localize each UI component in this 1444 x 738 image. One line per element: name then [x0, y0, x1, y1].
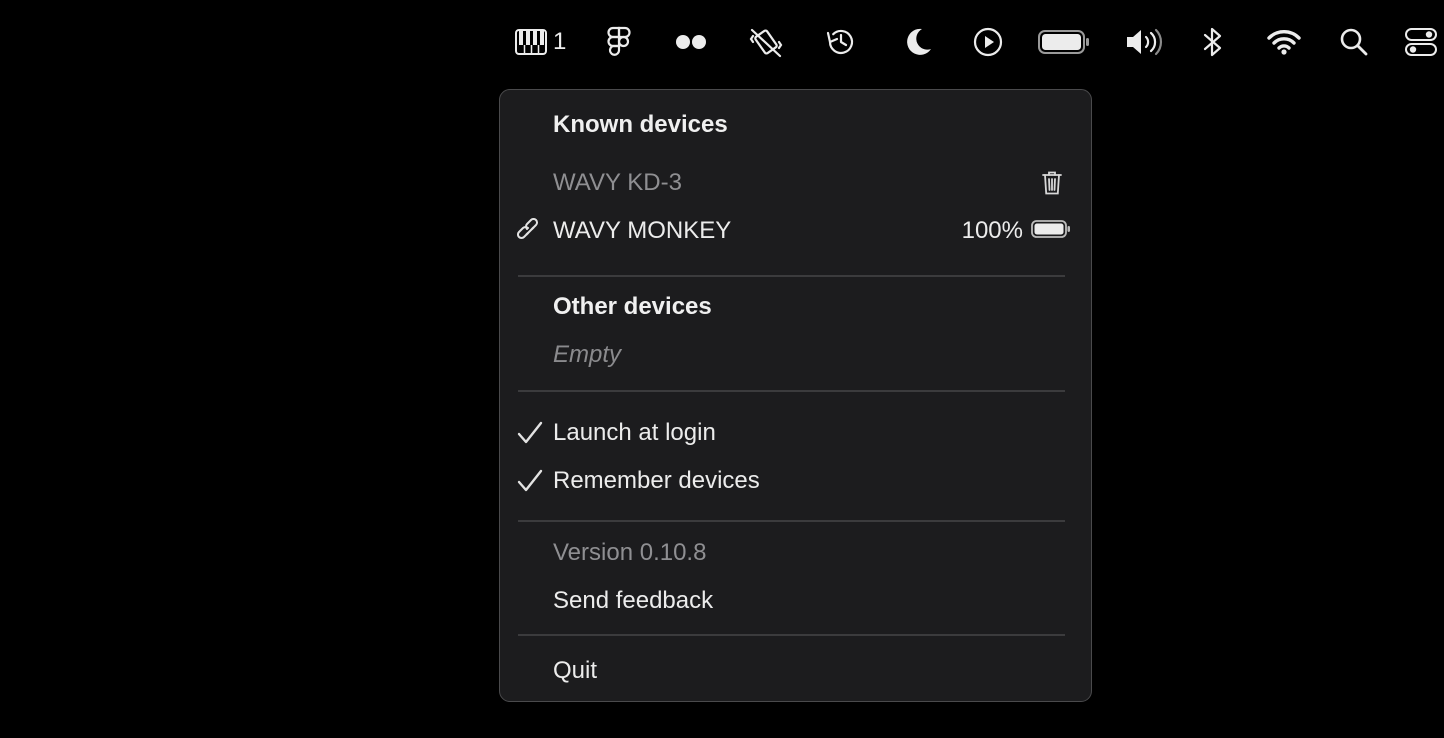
menu-bar: 1 [0, 0, 1444, 84]
piano-device-count: 1 [553, 28, 567, 55]
device-item-wavy-kd-3[interactable]: WAVY KD-3 [500, 163, 1091, 203]
send-feedback-item[interactable]: Send feedback [500, 581, 1091, 621]
send-feedback-label: Send feedback [553, 587, 714, 614]
checkmark-icon [516, 461, 544, 501]
bluetooth-icon[interactable] [1202, 22, 1224, 62]
separator [518, 520, 1065, 522]
trash-icon[interactable] [1041, 163, 1063, 203]
separator [518, 275, 1065, 277]
other-devices-empty: Empty [500, 335, 1091, 375]
checkmark-icon [516, 413, 544, 453]
other-devices-header: Other devices [553, 293, 712, 320]
separator [518, 634, 1065, 636]
wifi-icon[interactable] [1266, 22, 1302, 62]
version-label: Version 0.10.8 [553, 539, 707, 566]
device-name: WAVY KD-3 [553, 169, 682, 196]
flickr-dots-icon[interactable] [674, 22, 708, 62]
launch-at-login-item[interactable]: Launch at login [500, 413, 1091, 453]
battery-icon [1031, 219, 1071, 244]
quit-item[interactable]: Quit [500, 651, 1091, 691]
no-vibration-icon[interactable] [748, 22, 784, 62]
battery-percent: 100% [961, 217, 1023, 244]
figma-icon[interactable] [606, 22, 632, 62]
device-name: WAVY MONKEY [553, 217, 732, 244]
link-icon [516, 211, 544, 251]
device-item-wavy-monkey[interactable]: WAVY MONKEY 100% [500, 211, 1091, 251]
separator [518, 390, 1065, 392]
device-battery: 100% [962, 211, 1071, 251]
remember-devices-label: Remember devices [553, 467, 760, 494]
time-machine-icon[interactable] [824, 22, 858, 62]
device-menu: Known devices WAVY KD-3 WAVY MONKEY 100%… [499, 89, 1092, 702]
known-devices-header: Known devices [553, 111, 728, 138]
empty-label: Empty [553, 341, 622, 368]
volume-icon[interactable] [1124, 22, 1164, 62]
piano-app-status-item[interactable]: 1 [515, 22, 566, 62]
search-icon[interactable] [1339, 22, 1369, 62]
remember-devices-item[interactable]: Remember devices [500, 461, 1091, 501]
moon-icon[interactable] [902, 22, 934, 62]
play-circle-icon[interactable] [972, 22, 1004, 62]
known-devices-section: Known devices [500, 105, 1091, 145]
version-item: Version 0.10.8 [500, 533, 1091, 573]
other-devices-section: Other devices [500, 287, 1091, 327]
control-center-icon[interactable] [1404, 22, 1438, 62]
quit-label: Quit [553, 657, 598, 684]
battery-icon[interactable] [1038, 22, 1090, 62]
launch-at-login-label: Launch at login [553, 419, 716, 446]
piano-keys-icon [515, 29, 547, 55]
